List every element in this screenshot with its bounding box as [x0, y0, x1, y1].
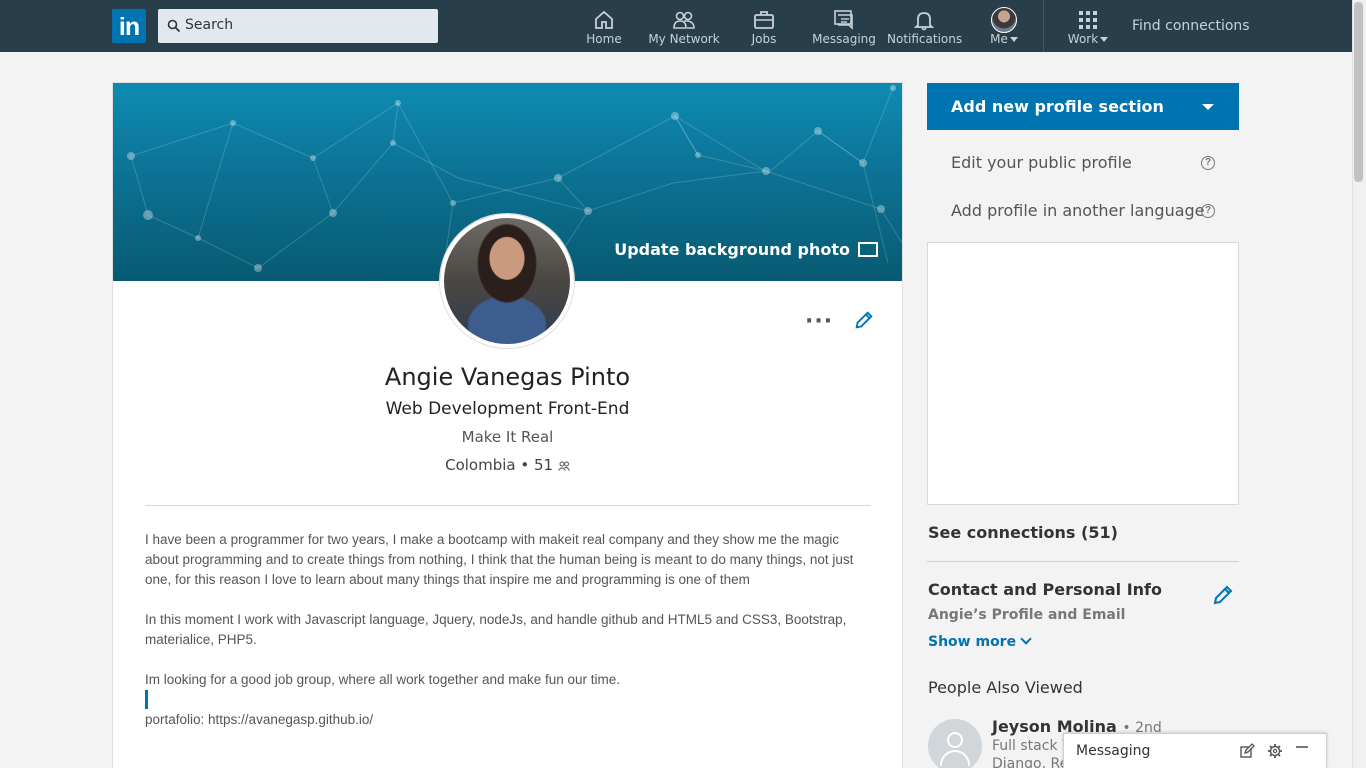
- image-icon: [858, 242, 878, 257]
- edit-intro-pencil-icon[interactable]: [853, 309, 875, 331]
- connections-count[interactable]: 51: [534, 456, 553, 474]
- messaging-icon: [834, 10, 853, 30]
- caret-down-icon: [1100, 37, 1109, 42]
- more-options-button[interactable]: ···: [805, 309, 833, 334]
- edit-contact-pencil-icon[interactable]: [1211, 583, 1235, 607]
- person-avatar[interactable]: [928, 719, 982, 768]
- grid-icon: [1079, 11, 1097, 29]
- people-icon: [557, 461, 570, 471]
- summary-portfolio: portafolio: https://avanegasp.github.io/: [145, 712, 374, 727]
- profile-card: Update background photo ··· Angie Vanega…: [112, 82, 903, 768]
- nav-my-network-label: My Network: [648, 32, 720, 46]
- show-more-label: Show more: [928, 634, 1017, 650]
- nav-home-label: Home: [586, 32, 622, 46]
- nav-notifications-label: Notifications: [887, 32, 963, 46]
- summary-paragraph: In this moment I work with Javascript la…: [145, 612, 847, 647]
- nav-me-label: Me: [990, 32, 1008, 46]
- profile-name: Angie Vanegas Pinto: [384, 363, 631, 391]
- nav-notifications[interactable]: Notifications: [887, 0, 963, 52]
- ad-placeholder: [927, 242, 1239, 505]
- add-section-label: Add new profile section: [951, 97, 1164, 116]
- nav-home[interactable]: Home: [579, 0, 629, 52]
- person-headline-cont: Django, Rea: [992, 756, 1067, 768]
- nav-divider: [1043, 0, 1044, 52]
- search-icon: [167, 19, 181, 33]
- show-more-button[interactable]: Show more: [928, 633, 1032, 650]
- see-connections-link[interactable]: See connections (51): [928, 523, 1118, 542]
- nav-me[interactable]: Me: [984, 0, 1024, 52]
- search-input[interactable]: Search: [158, 9, 438, 43]
- profile-location: Colombia: [445, 456, 516, 474]
- person-headline: Full stack W: [992, 738, 1067, 754]
- profile-company: Make It Real: [461, 428, 554, 446]
- profile-photo[interactable]: [440, 214, 574, 348]
- settings-gear-icon[interactable]: [1267, 743, 1283, 759]
- text-cursor: [145, 690, 148, 709]
- person-head-icon: [947, 732, 963, 748]
- contact-info-subtitle: Angie’s Profile and Email: [928, 607, 1126, 623]
- chevron-down-icon: [1020, 633, 1032, 645]
- caret-down-icon: [1009, 37, 1018, 42]
- update-background-button[interactable]: Update background photo: [614, 240, 878, 259]
- avatar: [991, 7, 1017, 33]
- bell-icon: [913, 12, 935, 31]
- messaging-dock[interactable]: Messaging: [1063, 733, 1327, 768]
- add-new-profile-section-button[interactable]: Add new profile section: [927, 83, 1239, 130]
- briefcase-icon: [754, 11, 774, 29]
- home-icon: [595, 10, 613, 29]
- nav-work-label: Work: [1067, 32, 1099, 46]
- divider: [927, 561, 1239, 562]
- nav-work[interactable]: Work: [1064, 0, 1112, 52]
- scrollbar-thumb[interactable]: [1354, 2, 1363, 182]
- help-icon[interactable]: ?: [1201, 204, 1215, 218]
- network-icon: [673, 11, 695, 29]
- nav-my-network[interactable]: My Network: [648, 0, 720, 52]
- linkedin-logo[interactable]: in: [112, 9, 146, 43]
- nav-jobs[interactable]: Jobs: [739, 0, 789, 52]
- compose-icon[interactable]: [1239, 743, 1255, 759]
- messaging-dock-label: Messaging: [1076, 743, 1151, 759]
- top-nav: in Search Home My Network Jobs Messaging…: [0, 0, 1352, 52]
- summary-paragraph: I have been a programmer for two years, …: [145, 532, 854, 587]
- nav-messaging[interactable]: Messaging: [812, 0, 876, 52]
- minimize-icon[interactable]: [1294, 743, 1310, 759]
- contact-info-title: Contact and Personal Info: [928, 580, 1163, 599]
- summary-section: I have been a programmer for two years, …: [145, 530, 875, 750]
- caret-down-icon: [1202, 104, 1214, 110]
- people-also-viewed-title: People Also Viewed: [928, 678, 1083, 697]
- search-placeholder: Search: [185, 17, 234, 33]
- update-background-label: Update background photo: [614, 240, 850, 259]
- divider: [145, 505, 871, 506]
- profile-headline: Web Development Front-End: [385, 399, 630, 419]
- edit-public-profile-link[interactable]: Edit your public profile: [951, 153, 1132, 172]
- nav-jobs-label: Jobs: [751, 32, 777, 46]
- add-profile-language-link[interactable]: Add profile in another language: [951, 201, 1205, 220]
- profile-location-line: Colombia • 51: [113, 456, 902, 474]
- summary-paragraph: Im looking for a good job group, where a…: [145, 672, 621, 687]
- person-body-icon: [940, 750, 970, 766]
- help-icon[interactable]: ?: [1201, 156, 1215, 170]
- find-connections-link[interactable]: Find connections: [1132, 18, 1250, 34]
- nav-messaging-label: Messaging: [812, 32, 876, 46]
